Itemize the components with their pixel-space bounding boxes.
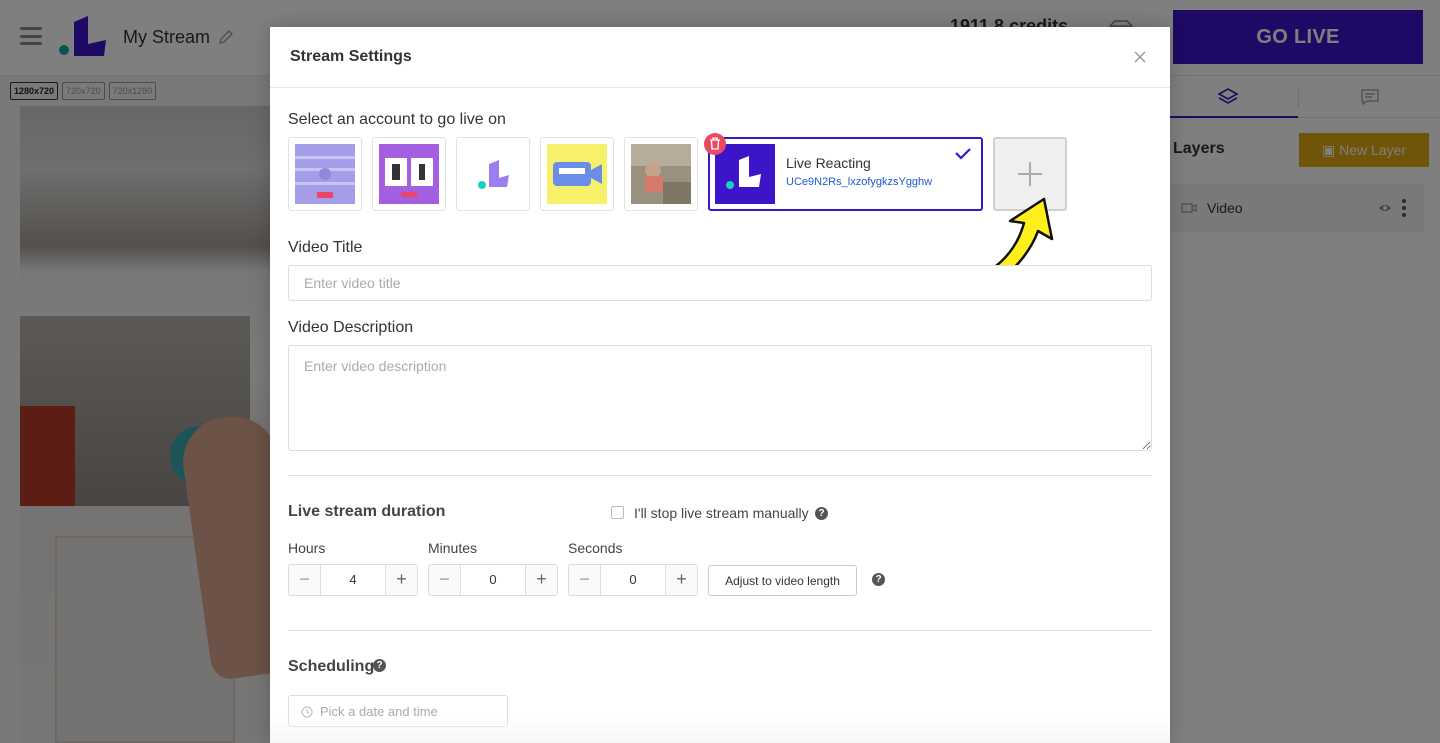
stream-settings-modal: Stream Settings Select an account to go … (270, 27, 1170, 743)
close-icon[interactable] (1132, 49, 1148, 65)
account-id: UCe9N2Rs_lxzofygkzsYgghw (786, 176, 933, 188)
hours-label: Hours (288, 540, 326, 556)
logo-thumbnail (463, 144, 523, 204)
minutes-decrement-button[interactable]: − (429, 565, 461, 595)
manual-stop-checkbox[interactable] (611, 506, 624, 519)
account-option-3[interactable] (456, 137, 530, 211)
minutes-stepper: − 0 + (428, 564, 558, 596)
minutes-value[interactable]: 0 (461, 565, 525, 595)
plus-icon (1018, 162, 1042, 186)
trash-icon (710, 137, 720, 150)
scheduling-label: Scheduling (288, 658, 375, 675)
minutes-label: Minutes (428, 540, 478, 556)
duration-label: Live stream duration (288, 503, 446, 520)
modal-header: Stream Settings (270, 27, 1170, 88)
help-icon[interactable]: ? (872, 573, 885, 586)
modal-scroll-fade (270, 717, 1170, 743)
seconds-stepper: − 0 + (568, 564, 698, 596)
video-title-input[interactable] (288, 265, 1152, 301)
minutes-increment-button[interactable]: + (525, 565, 557, 595)
account-option-2[interactable] (372, 137, 446, 211)
video-description-input[interactable] (288, 345, 1152, 451)
countdown-thumbnail (295, 144, 355, 204)
delete-account-button[interactable] (704, 133, 726, 155)
video-description-label: Video Description (288, 319, 414, 336)
seconds-decrement-button[interactable]: − (569, 565, 601, 595)
seconds-value[interactable]: 0 (601, 565, 665, 595)
seconds-increment-button[interactable]: + (665, 565, 697, 595)
hours-stepper: − 4 + (288, 564, 418, 596)
hours-value[interactable]: 4 (321, 565, 385, 595)
hours-increment-button[interactable]: + (385, 565, 417, 595)
live-streaming-thumbnail (547, 144, 607, 204)
account-name: Live Reacting (786, 155, 871, 171)
timer-thumbnail (379, 144, 439, 204)
help-icon[interactable]: ? (373, 659, 386, 672)
adjust-to-video-length-button[interactable]: Adjust to video length (708, 565, 857, 596)
seconds-label: Seconds (568, 540, 623, 556)
manual-stop-label[interactable]: I'll stop live stream manually (634, 505, 809, 521)
checkmark-icon (955, 148, 971, 160)
hours-decrement-button[interactable]: − (289, 565, 321, 595)
account-option-selected[interactable]: Live Reacting UCe9N2Rs_lxzofygkzsYgghw (704, 133, 983, 211)
help-icon[interactable]: ? (815, 507, 828, 520)
account-logo-icon (715, 144, 775, 204)
photo-thumbnail (631, 144, 691, 204)
divider (288, 475, 1152, 476)
account-option-5[interactable] (624, 137, 698, 211)
video-title-label: Video Title (288, 239, 363, 256)
modal-title: Stream Settings (290, 48, 412, 65)
divider (288, 630, 1152, 631)
account-option-1[interactable] (288, 137, 362, 211)
account-section-label: Select an account to go live on (288, 111, 506, 128)
account-option-4[interactable] (540, 137, 614, 211)
